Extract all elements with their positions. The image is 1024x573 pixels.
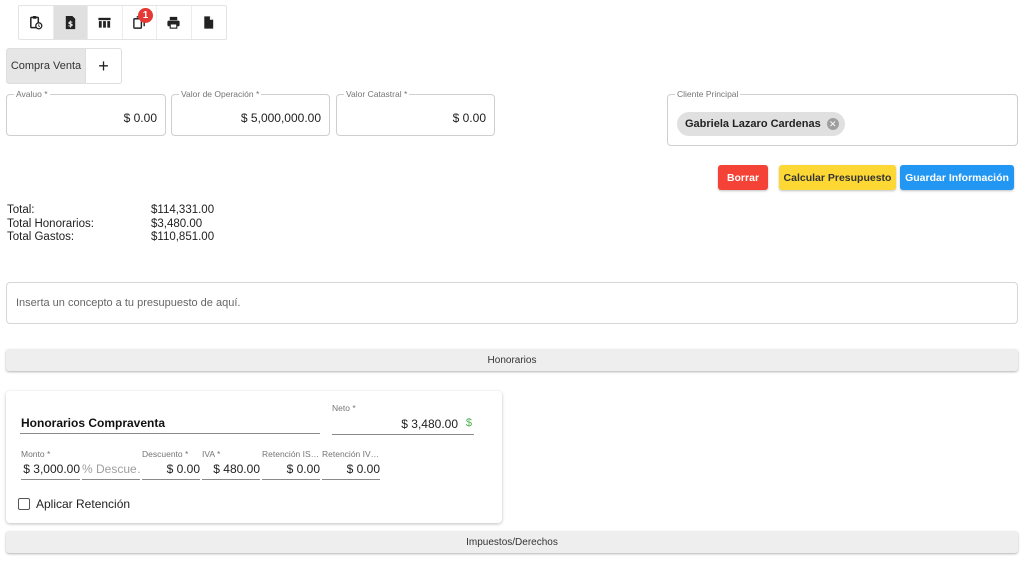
add-tab-button[interactable]: + [86,48,122,84]
borrar-button[interactable]: Borrar [718,165,768,190]
concept-input[interactable]: Inserta un concepto a tu presupuesto de … [6,282,1018,324]
retencion-isr-label: Retención IS… [262,449,320,459]
copy-button[interactable]: 1 [123,6,157,39]
aplicar-retencion-label: Aplicar Retención [36,497,131,511]
monto-label: Monto * [21,449,51,459]
document-icon [204,16,214,29]
tab-bar: Compra Venta + [6,48,122,84]
total-gastos-label: Total Gastos: [7,231,75,243]
title-underline [20,433,320,434]
total-gastos-value: $110,851.00 [151,231,215,243]
iva-label: IVA * [202,449,221,459]
descuento-percent-underline [82,479,140,480]
chip-remove-icon[interactable]: ✕ [826,118,839,130]
tab-compra-venta[interactable]: Compra Venta [6,48,86,84]
descuento-percent-input[interactable]: % Descue… [82,462,140,476]
total-honorarios-label: Total Honorarios: [7,217,94,230]
valor-operacion-value: $ 5,000,000.00 [240,111,321,125]
clipboard-clock-button[interactable] [19,6,54,39]
svg-text:$: $ [68,20,73,29]
client-chip-label: Gabriela Lazaro Cardenas [685,118,821,130]
monto-input[interactable]: $ 3,000.00 [21,462,80,476]
retencion-isr-underline [262,479,320,480]
notification-badge: 1 [138,8,153,23]
valor-operacion-field[interactable]: Valor de Operación * $ 5,000,000.00 [171,89,330,136]
cliente-principal-label: Cliente Principal [675,89,741,99]
guardar-informacion-button[interactable]: Guardar Información [900,165,1014,190]
valor-catastral-field[interactable]: Valor Catastral * $ 0.00 [336,89,495,136]
descuento-underline [142,479,200,480]
impuestos-section-header[interactable]: Impuestos/Derechos [6,531,1018,553]
calcular-presupuesto-button[interactable]: Calcular Presupuesto [779,165,896,190]
totals-summary: Total: $114,331.00 Total Honorarios: $3,… [7,204,214,245]
descuento-input[interactable]: $ 0.00 [142,462,200,476]
client-chip[interactable]: Gabriela Lazaro Cardenas ✕ [677,112,845,136]
total-honorarios-row: Total Honorarios: $3,480.00 [7,218,214,232]
neto-label: Neto * [332,403,356,413]
card-title[interactable]: Honorarios Compraventa [21,416,165,430]
monto-underline [21,479,80,480]
descuento-label: Descuento * [142,449,189,459]
retencion-iva-label: Retención IV… [322,449,380,459]
avaluo-field[interactable]: Avaluo * $ 0.00 [6,89,166,136]
dollar-icon: $ [465,417,472,429]
avaluo-label: Avaluo * [14,89,50,99]
valor-catastral-label: Valor Catastral * [344,89,410,99]
main-toolbar: $ 1 [18,5,227,40]
retencion-iva-underline [322,479,380,480]
iva-underline [202,479,260,480]
retencion-isr-input[interactable]: $ 0.00 [262,462,320,476]
table-columns-icon [98,17,111,28]
total-label: Total: [7,204,35,216]
invoice-dollar-icon: $ [65,15,75,30]
invoice-dollar-button[interactable]: $ [53,6,88,39]
total-gastos-row: Total Gastos: $110,851.00 [7,231,214,245]
iva-input[interactable]: $ 480.00 [202,462,260,476]
neto-field[interactable]: $ 3,480.00 $ [332,417,474,431]
aplicar-retencion-row[interactable]: Aplicar Retención [18,497,130,511]
printer-icon [167,16,180,29]
cliente-principal-field[interactable]: Cliente Principal Gabriela Lazaro Carden… [667,89,1018,146]
valor-catastral-value: $ 0.00 [452,111,486,125]
honorarios-card: Honorarios Compraventa Neto * $ 3,480.00… [6,391,502,523]
valor-operacion-label: Valor de Operación * [179,89,262,99]
avaluo-value: $ 0.00 [123,111,157,125]
concept-placeholder: Inserta un concepto a tu presupuesto de … [16,297,241,309]
honorarios-section-header[interactable]: Honorarios [6,349,1018,371]
retencion-iva-input[interactable]: $ 0.00 [322,462,380,476]
neto-value: $ 3,480.00 [401,417,458,431]
neto-underline [332,434,474,435]
total-value: $114,331.00 [151,204,215,216]
total-honorarios-value: $3,480.00 [151,217,203,230]
table-columns-button[interactable] [88,6,123,39]
aplicar-retencion-checkbox[interactable] [18,498,30,510]
clipboard-clock-icon [30,15,43,30]
document-button[interactable] [192,6,227,39]
total-row: Total: $114,331.00 [7,204,214,218]
printer-button[interactable] [157,6,192,39]
